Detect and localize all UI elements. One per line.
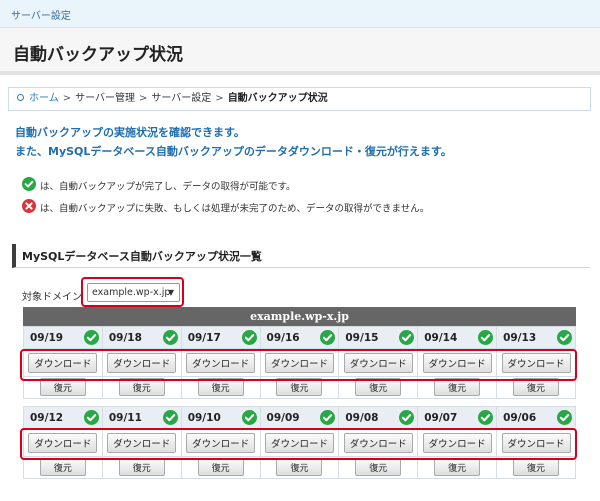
restore-button[interactable]: 復元 [39,458,86,476]
check-circle-icon [241,410,257,428]
intro-text: 自動バックアップの実施状況を確認できます。 また、MySQLデータベース自動バッ… [15,123,452,161]
highlight-box-download-row-1 [20,349,577,381]
breadcrumb-item-server-settings: サーバー設定 [151,93,212,104]
table-domain-header: example.wp-x.jp [23,307,576,326]
date-cell: 09/13 [496,326,576,349]
breadcrumb-separator: > [215,93,224,104]
legend-failure: は、自動バックアップに失敗、もしくは処理が未完了のため、データの取得ができません… [22,199,429,219]
section-title: MySQLデータベース自動バックアップ状況一覧 [22,250,262,263]
check-circle-icon [22,177,36,197]
date-cell: 09/11 [101,406,182,429]
breadcrumb-separator: > [139,93,148,104]
date-cell: 09/16 [259,326,340,349]
highlight-box-domain-select [81,277,184,307]
intro-line-1: 自動バックアップの実施状況を確認できます。 [15,126,245,139]
check-circle-icon [478,330,494,348]
check-circle-icon [83,330,99,348]
restore-button[interactable]: 復元 [513,458,560,476]
backup-date: 09/08 [345,412,379,424]
date-row: 09/12 09/11 09/10 09/09 09/08 09/07 09/06 [23,406,576,429]
check-circle-icon [320,330,336,348]
date-cell: 09/14 [417,326,498,349]
restore-button[interactable]: 復元 [118,458,165,476]
highlight-box-download-row-2 [20,428,577,460]
breadcrumb-separator: > [62,93,72,104]
backup-date: 09/12 [30,412,64,424]
date-cell: 09/19 [23,326,103,349]
backup-date: 09/09 [266,412,300,424]
restore-button[interactable]: 復元 [197,458,244,476]
breadcrumb-item-server-management: サーバー管理 [75,93,135,104]
date-cell: 09/08 [338,406,419,429]
check-circle-icon [162,410,178,428]
backup-date: 09/17 [187,332,221,344]
date-cell: 09/10 [180,406,261,429]
circle-bullet-icon [17,93,24,101]
backup-date: 09/10 [187,412,221,424]
tab-server-settings[interactable]: サーバー設定 [11,7,71,22]
backup-date: 09/13 [503,332,537,344]
check-circle-icon [241,330,257,348]
week-gap [23,398,576,407]
backup-date: 09/06 [503,412,537,424]
check-circle-icon [399,410,415,428]
legend-success-text: は、自動バックアップが完了し、データの取得が可能です。 [40,181,296,193]
breadcrumb-home-link[interactable]: ホーム [29,93,59,104]
date-row: 09/19 09/18 09/17 09/16 09/15 09/14 09/13 [23,326,576,349]
date-cell: 09/17 [180,326,261,349]
check-circle-icon [83,410,99,428]
page-title: 自動バックアップ状況 [13,45,183,65]
date-cell: 09/06 [496,406,576,429]
backup-date: 09/16 [266,332,300,344]
check-circle-icon [478,410,494,428]
restore-button[interactable]: 復元 [276,458,323,476]
top-tab-bar: サーバー設定 [0,0,600,28]
date-cell: 09/12 [23,406,103,429]
backup-date: 09/14 [424,332,458,344]
backup-date: 09/07 [424,412,458,424]
section-heading: MySQLデータベース自動バックアップ状況一覧 [12,244,590,268]
domain-select-label: 対象ドメイン [22,292,82,303]
check-circle-icon [162,330,178,348]
check-circle-icon [320,410,336,428]
week-gap-cell [23,398,576,407]
backup-date: 09/19 [30,332,64,344]
backup-date: 09/15 [345,332,379,344]
legend-success: は、自動バックアップが完了し、データの取得が可能です。 [22,177,296,197]
intro-line-2: また、MySQLデータベース自動バックアップのデータダウンロード・復元が行えます… [15,145,452,158]
x-circle-icon [22,199,36,219]
legend-failure-text: は、自動バックアップに失敗、もしくは処理が未完了のため、データの取得ができません… [40,203,430,215]
page-header: 自動バックアップ状況 [0,28,600,75]
check-circle-icon [557,330,572,348]
date-cell: 09/18 [101,326,182,349]
breadcrumb-current: 自動バックアップ状況 [227,93,328,104]
backup-date: 09/11 [108,412,142,424]
date-cell: 09/15 [338,326,419,349]
check-circle-icon [557,410,572,428]
restore-button[interactable]: 復元 [355,458,402,476]
date-cell: 09/09 [259,406,340,429]
date-cell: 09/07 [417,406,498,429]
backup-date: 09/18 [108,332,142,344]
restore-button[interactable]: 復元 [434,458,481,476]
breadcrumb: ホーム > サーバー管理 > サーバー設定 > 自動バックアップ状況 [8,87,591,111]
check-circle-icon [399,330,415,348]
